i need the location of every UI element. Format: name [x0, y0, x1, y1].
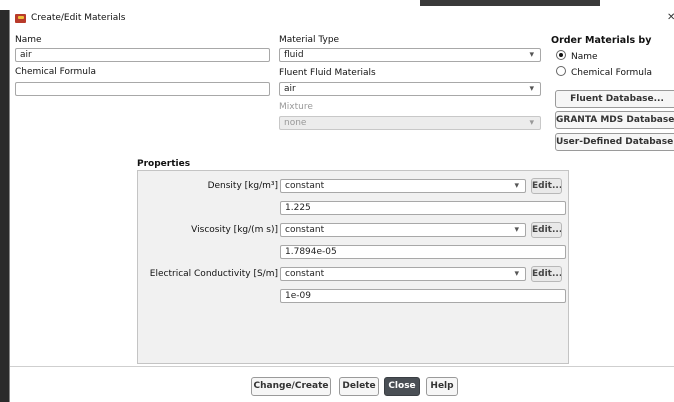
create-edit-materials-dialog: Create/Edit Materials ✕ Name air Chemica…	[9, 10, 674, 402]
conductivity-method-select[interactable]: constant	[280, 267, 526, 281]
order-by-label: Order Materials by	[551, 35, 652, 46]
radio-unselected-icon	[556, 66, 566, 76]
app-icon	[15, 14, 26, 23]
viscosity-method-select[interactable]: constant	[280, 223, 526, 237]
viscosity-value-input[interactable]: 1.7894e-05	[280, 245, 566, 259]
footer-divider	[10, 366, 674, 367]
background-shade	[420, 0, 600, 6]
order-by-name-label: Name	[571, 52, 598, 62]
close-icon[interactable]: ✕	[667, 12, 674, 23]
help-button[interactable]: Help	[426, 377, 458, 396]
user-defined-database-button[interactable]: User-Defined Database...	[555, 133, 674, 151]
properties-heading: Properties	[137, 159, 191, 169]
fluent-materials-label: Fluent Fluid Materials	[279, 68, 376, 78]
name-label: Name	[15, 35, 42, 45]
density-value-input[interactable]: 1.225	[280, 201, 566, 215]
density-edit-button[interactable]: Edit...	[531, 178, 562, 194]
density-label: Density [kg/m³]	[207, 181, 278, 191]
electrical-conductivity-label: Electrical Conductivity [S/m]	[149, 269, 278, 279]
material-type-select[interactable]: fluid	[279, 48, 541, 62]
properties-panel: Density [kg/m³] constant Edit... 1.225 V…	[137, 170, 569, 364]
change-create-button[interactable]: Change/Create	[251, 377, 331, 396]
chemical-formula-input[interactable]	[15, 82, 270, 96]
conductivity-value-input[interactable]: 1e-09	[280, 289, 566, 303]
fluent-database-button[interactable]: Fluent Database...	[555, 90, 674, 108]
delete-button[interactable]: Delete	[339, 377, 379, 396]
fluent-materials-select[interactable]: air	[279, 82, 541, 96]
conductivity-edit-button[interactable]: Edit...	[531, 266, 562, 282]
close-button[interactable]: Close	[384, 377, 420, 396]
mixture-select[interactable]: none	[279, 116, 541, 130]
name-input[interactable]: air	[15, 48, 270, 62]
order-by-formula-radio[interactable]: Chemical Formula	[556, 66, 652, 78]
order-by-formula-label: Chemical Formula	[571, 68, 653, 78]
chemical-formula-label: Chemical Formula	[15, 67, 97, 77]
granta-database-button[interactable]: GRANTA MDS Database...	[555, 111, 674, 129]
mixture-label: Mixture	[279, 102, 313, 112]
title-bar: Create/Edit Materials ✕	[10, 10, 674, 28]
radio-selected-icon	[556, 50, 566, 60]
density-method-select[interactable]: constant	[280, 179, 526, 193]
material-type-label: Material Type	[279, 35, 340, 45]
window-title: Create/Edit Materials	[31, 13, 126, 23]
background-strip	[0, 0, 674, 10]
viscosity-edit-button[interactable]: Edit...	[531, 222, 562, 238]
order-by-name-radio[interactable]: Name	[556, 50, 598, 62]
viscosity-label: Viscosity [kg/(m s)]	[191, 225, 278, 235]
